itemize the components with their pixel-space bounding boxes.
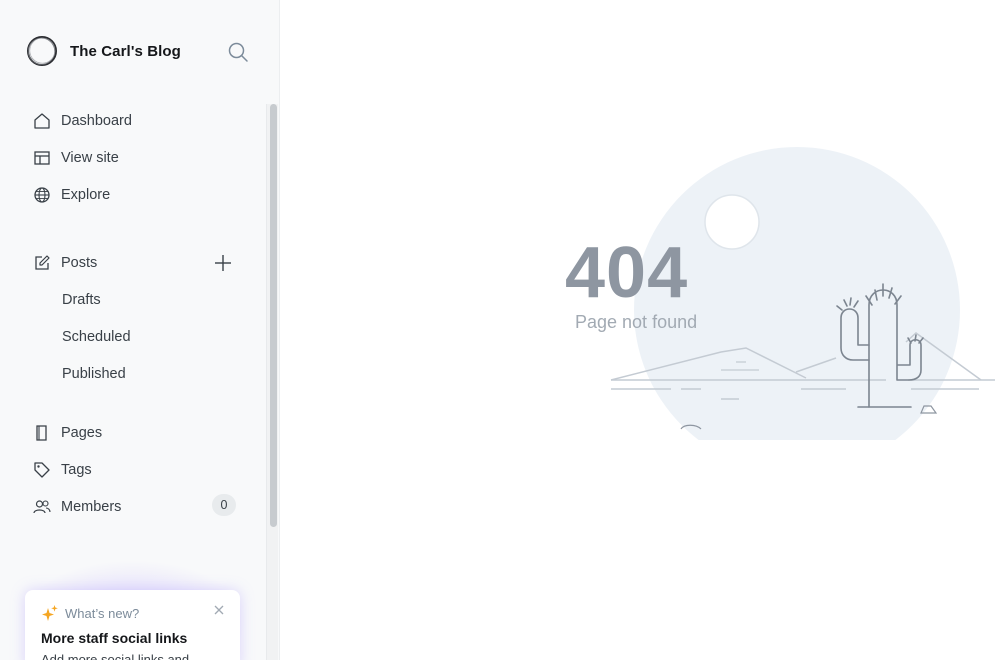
sidebar: The Carl's Blog Dashboard View site Expl…	[0, 0, 280, 660]
new-post-plus-icon[interactable]	[212, 252, 234, 274]
error-message: Page not found	[575, 312, 698, 332]
nav-posts-label: Posts	[61, 255, 98, 271]
close-icon[interactable]	[211, 602, 227, 618]
nav-posts[interactable]: Posts	[32, 249, 97, 277]
nav-view-site[interactable]: View site	[32, 144, 119, 172]
nav-members[interactable]: Members	[32, 493, 121, 521]
main-content: 404 Page not found	[281, 0, 1000, 660]
nav-pages-label: Pages	[61, 425, 103, 441]
error-code: 404	[565, 233, 689, 313]
site-title: The Carl's Blog	[70, 42, 181, 60]
whats-new-body: Add more social links and	[41, 652, 190, 660]
whats-new-kicker: What’s new?	[65, 605, 140, 621]
page-icon	[32, 423, 52, 443]
tag-icon	[32, 460, 52, 480]
sidebar-scroll-thumb[interactable]	[270, 104, 277, 527]
nav-dashboard-label: Dashboard	[61, 113, 132, 129]
home-icon	[32, 111, 52, 131]
nav-tags-label: Tags	[61, 462, 92, 478]
edit-icon	[32, 253, 52, 273]
globe-icon	[32, 185, 52, 205]
site-brand[interactable]: The Carl's Blog	[26, 34, 181, 68]
nav-tags[interactable]: Tags	[32, 456, 92, 484]
site-logo-icon	[27, 36, 57, 66]
nav-dashboard[interactable]: Dashboard	[32, 107, 132, 135]
nav-explore[interactable]: Explore	[32, 181, 110, 209]
nav-view-site-label: View site	[61, 150, 119, 166]
sidebar-scrollbar[interactable]	[266, 104, 278, 660]
nav-pages[interactable]: Pages	[32, 419, 102, 447]
sparkle-icon	[42, 605, 58, 621]
nav-posts-scheduled[interactable]: Scheduled	[62, 324, 131, 350]
nav-explore-label: Explore	[61, 187, 111, 203]
whats-new-title: More staff social links	[41, 630, 188, 646]
members-icon	[32, 497, 52, 517]
members-count-badge: 0	[212, 494, 236, 516]
nav-posts-published[interactable]: Published	[62, 361, 126, 387]
whats-new-card[interactable]: What’s new? More staff social links Add …	[25, 590, 240, 660]
nav-members-label: Members	[61, 499, 122, 515]
search-icon[interactable]	[226, 40, 250, 64]
layout-icon	[32, 148, 52, 168]
nav-posts-drafts[interactable]: Drafts	[62, 287, 101, 313]
